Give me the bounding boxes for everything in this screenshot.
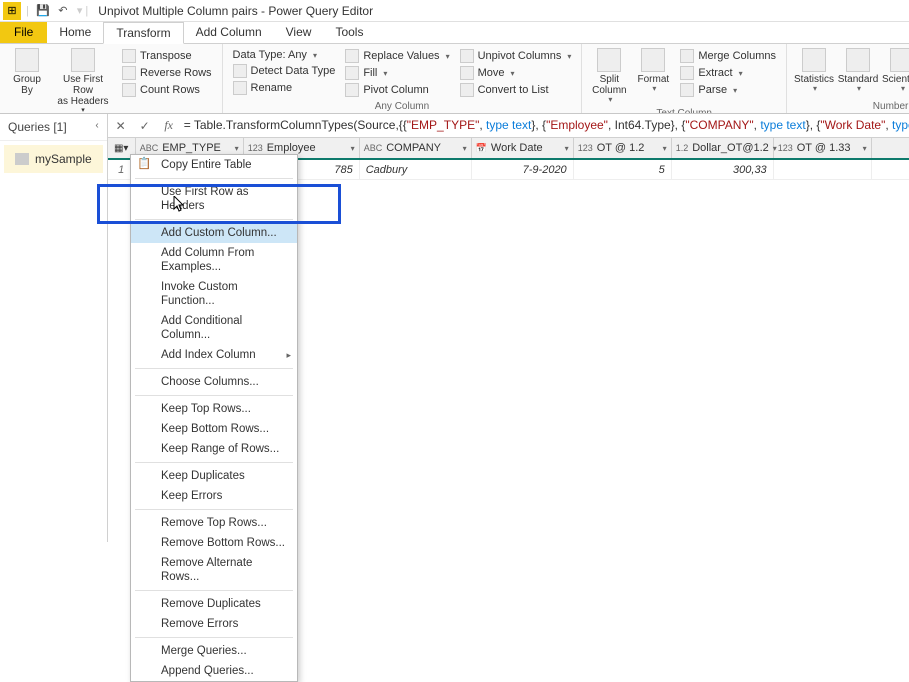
replace-values-button[interactable]: Replace Values xyxy=(341,48,453,64)
transpose-button[interactable]: Transpose xyxy=(118,48,216,64)
tab-tools[interactable]: Tools xyxy=(323,22,375,43)
menu-remove-errors[interactable]: Remove Errors xyxy=(131,614,297,634)
menu-copy-table[interactable]: 📋Copy Entire Table xyxy=(131,155,297,175)
menu-keep-errors[interactable]: Keep Errors xyxy=(131,486,297,506)
window-title: Unpivot Multiple Column pairs - Power Qu… xyxy=(98,4,373,18)
standard-button[interactable]: Standard xyxy=(837,46,879,100)
move-button[interactable]: Move xyxy=(456,65,576,81)
pivot-column-button[interactable]: Pivot Column xyxy=(341,82,453,98)
ribbon-group-label: Text Column xyxy=(588,107,780,114)
formula-bar: ✕ ✓ fx = Table.TransformColumnTypes(Sour… xyxy=(108,114,909,138)
keep-rows-icon xyxy=(137,401,151,415)
cell[interactable]: Cadbury xyxy=(360,160,472,179)
menu-conditional-column[interactable]: Add Conditional Column... xyxy=(131,311,297,345)
count-rows-button[interactable]: Count Rows xyxy=(118,82,216,98)
menu-tabs: File Home Transform Add Column View Tool… xyxy=(0,22,909,44)
split-column-button[interactable]: Split Column xyxy=(588,46,630,107)
format-button[interactable]: Format xyxy=(632,46,674,107)
column-header-dollarot12[interactable]: 1.2Dollar_OT@1.2▾ xyxy=(672,138,774,158)
column-header-company[interactable]: ABCCOMPANY▾ xyxy=(360,138,472,158)
tab-file[interactable]: File xyxy=(0,22,47,43)
statistics-button[interactable]: Statistics xyxy=(793,46,835,100)
ribbon-group-label: Number Column xyxy=(793,100,909,113)
fx-icon[interactable]: fx xyxy=(160,117,178,135)
mouse-cursor xyxy=(173,196,187,214)
fill-button[interactable]: Fill xyxy=(341,65,453,81)
unpivot-columns-button[interactable]: Unpivot Columns xyxy=(456,48,576,64)
ribbon-group-label: Any Column xyxy=(229,100,576,113)
menu-add-custom-column[interactable]: Add Custom Column... xyxy=(131,223,297,243)
reverse-rows-button[interactable]: Reverse Rows xyxy=(118,65,216,81)
undo-icon[interactable]: ↶ xyxy=(54,2,72,20)
menu-invoke-function[interactable]: Invoke Custom Function... xyxy=(131,277,297,311)
menu-choose-columns[interactable]: Choose Columns... xyxy=(131,372,297,392)
queries-header[interactable]: Queries [1] ‹ xyxy=(0,114,107,141)
save-icon[interactable]: 💾 xyxy=(34,2,52,20)
menu-remove-top[interactable]: Remove Top Rows... xyxy=(131,513,297,533)
query-item-mysample[interactable]: mySample xyxy=(4,145,103,173)
column-header-ot12[interactable]: 123OT @ 1.2▾ xyxy=(574,138,672,158)
formula-input[interactable]: = Table.TransformColumnTypes(Source,{{"E… xyxy=(184,118,909,133)
copy-icon: 📋 xyxy=(137,157,151,171)
ribbon-group-textcolumn: Split Column Format Merge Columns Extrac… xyxy=(582,44,787,113)
parse-button[interactable]: Parse xyxy=(676,82,780,98)
ribbon: Group By Use First Row as Headers▾ Trans… xyxy=(0,44,909,114)
menu-add-column-examples[interactable]: Add Column From Examples... xyxy=(131,243,297,277)
menu-keep-duplicates[interactable]: Keep Duplicates xyxy=(131,466,297,486)
merge-columns-button[interactable]: Merge Columns xyxy=(676,48,780,64)
cell[interactable]: 5 xyxy=(574,160,672,179)
menu-keep-range[interactable]: Keep Range of Rows... xyxy=(131,439,297,459)
scientific-button[interactable]: Scientific xyxy=(881,46,909,100)
datatype-button[interactable]: Data Type: Any xyxy=(229,48,340,62)
tab-view[interactable]: View xyxy=(274,22,324,43)
menu-append-queries[interactable]: Append Queries... xyxy=(131,661,297,681)
table-icon xyxy=(137,184,151,198)
ribbon-group-anycolumn: Data Type: Any Detect Data Type Rename R… xyxy=(223,44,583,113)
qat-sep1: | xyxy=(26,5,29,17)
table-icon xyxy=(15,153,29,165)
remove-rows-icon xyxy=(137,515,151,529)
menu-keep-bottom[interactable]: Keep Bottom Rows... xyxy=(131,419,297,439)
menu-index-column[interactable]: Add Index Column xyxy=(131,345,297,365)
add-column-icon xyxy=(137,225,151,239)
ribbon-group-numbercolumn: Statistics Standard Scientific Trigonome… xyxy=(787,44,909,113)
app-icon: ⊞ xyxy=(3,2,21,20)
tab-home[interactable]: Home xyxy=(47,22,103,43)
column-header-ot133[interactable]: 123OT @ 1.33▾ xyxy=(774,138,872,158)
group-by-button[interactable]: Group By xyxy=(6,46,48,114)
column-header-workdate[interactable]: 📅Work Date▾ xyxy=(472,138,574,158)
title-bar: ⊞ | 💾 ↶ ▾ | Unpivot Multiple Column pair… xyxy=(0,0,909,22)
collapse-icon[interactable]: ‹ xyxy=(95,120,98,134)
rename-button[interactable]: Rename xyxy=(229,80,340,96)
menu-remove-alternate[interactable]: Remove Alternate Rows... xyxy=(131,553,297,587)
detect-datatype-button[interactable]: Detect Data Type xyxy=(229,63,340,79)
menu-remove-bottom[interactable]: Remove Bottom Rows... xyxy=(131,533,297,553)
ribbon-group-table: Group By Use First Row as Headers▾ Trans… xyxy=(0,44,223,113)
extract-button[interactable]: Extract xyxy=(676,65,780,81)
cancel-icon[interactable]: ✕ xyxy=(112,117,130,135)
menu-keep-top[interactable]: Keep Top Rows... xyxy=(131,399,297,419)
first-row-headers-button[interactable]: Use First Row as Headers▾ xyxy=(50,46,116,114)
queries-panel: Queries [1] ‹ mySample xyxy=(0,114,108,542)
cell[interactable]: 7-9-2020 xyxy=(472,160,574,179)
menu-first-row-headers[interactable]: Use First Row as Headers xyxy=(131,182,297,216)
accept-icon[interactable]: ✓ xyxy=(136,117,154,135)
menu-merge-queries[interactable]: Merge Queries... xyxy=(131,641,297,661)
qat-sep2: ▾ | xyxy=(77,4,88,17)
tab-transform[interactable]: Transform xyxy=(103,22,183,44)
table-context-menu: 📋Copy Entire Table Use First Row as Head… xyxy=(130,154,298,682)
menu-remove-duplicates[interactable]: Remove Duplicates xyxy=(131,594,297,614)
cell[interactable] xyxy=(774,160,872,179)
convert-list-button[interactable]: Convert to List xyxy=(456,82,576,98)
tab-addcolumn[interactable]: Add Column xyxy=(184,22,274,43)
cell[interactable]: 300,33 xyxy=(672,160,774,179)
